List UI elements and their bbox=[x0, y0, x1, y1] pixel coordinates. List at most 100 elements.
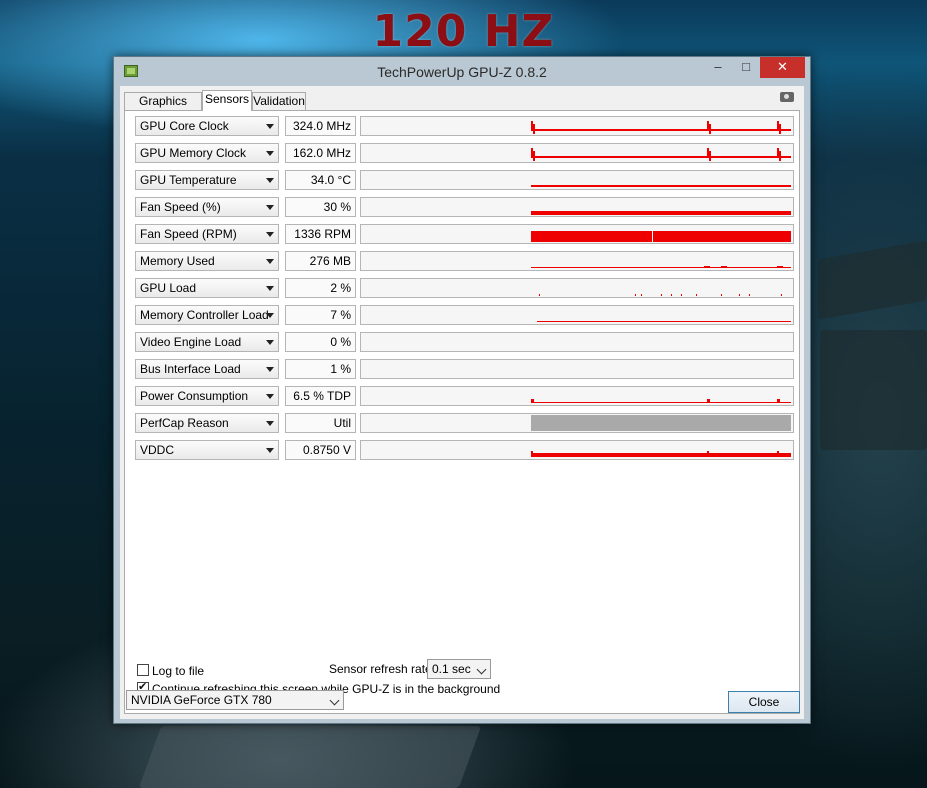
sensor-row: GPU Memory Clock 162.0 MHz bbox=[125, 143, 801, 163]
sensor-name: GPU Temperature bbox=[140, 173, 237, 187]
close-window-button[interactable]: ✕ bbox=[760, 57, 805, 78]
sensor-name-dropdown[interactable]: GPU Core Clock bbox=[135, 116, 279, 136]
dropdown-arrow-icon bbox=[266, 286, 274, 291]
sensor-name-dropdown[interactable]: Memory Used bbox=[135, 251, 279, 271]
sensor-graph bbox=[360, 440, 794, 460]
camera-icon[interactable] bbox=[780, 92, 794, 102]
gpu-select[interactable]: NVIDIA GeForce GTX 780 bbox=[126, 690, 344, 710]
maximize-button[interactable]: □ bbox=[732, 57, 760, 78]
sensor-name-dropdown[interactable]: GPU Temperature bbox=[135, 170, 279, 190]
sensor-row: Memory Controller Load 7 % bbox=[125, 305, 801, 325]
sensor-name: Fan Speed (%) bbox=[140, 200, 221, 214]
dropdown-arrow-icon bbox=[266, 340, 274, 345]
sensor-row: PerfCap Reason Util bbox=[125, 413, 801, 433]
sensor-value: 276 MB bbox=[285, 251, 356, 271]
title-bar[interactable]: TechPowerUp GPU-Z 0.8.2 – □ ✕ bbox=[114, 57, 810, 86]
chevron-down-icon bbox=[476, 664, 487, 675]
dropdown-arrow-icon bbox=[266, 205, 274, 210]
sensor-graph bbox=[360, 116, 794, 136]
sensor-value: 1 % bbox=[285, 359, 356, 379]
sensor-name: PerfCap Reason bbox=[140, 416, 229, 430]
sensor-value: 1336 RPM bbox=[285, 224, 356, 244]
sensor-row: Video Engine Load 0 % bbox=[125, 332, 801, 352]
sensor-graph bbox=[360, 386, 794, 406]
dropdown-arrow-icon bbox=[266, 394, 274, 399]
sensor-name-dropdown[interactable]: Power Consumption bbox=[135, 386, 279, 406]
dropdown-arrow-icon bbox=[266, 448, 274, 453]
chevron-down-icon bbox=[329, 695, 340, 706]
sensor-value: 34.0 °C bbox=[285, 170, 356, 190]
sensor-row: Fan Speed (RPM) 1336 RPM bbox=[125, 224, 801, 244]
sensor-graph bbox=[360, 332, 794, 352]
sensor-value: 162.0 MHz bbox=[285, 143, 356, 163]
client-area: Graphics Card Sensors Validation GPU Cor… bbox=[120, 86, 804, 719]
tab-sensors[interactable]: Sensors bbox=[202, 90, 252, 111]
sensor-name: Video Engine Load bbox=[140, 335, 242, 349]
sensor-name: GPU Load bbox=[140, 281, 197, 295]
dropdown-arrow-icon bbox=[266, 367, 274, 372]
gpu-select-value: NVIDIA GeForce GTX 780 bbox=[131, 693, 272, 707]
gpuz-window: TechPowerUp GPU-Z 0.8.2 – □ ✕ Graphics C… bbox=[113, 56, 811, 724]
sensor-name: GPU Core Clock bbox=[140, 119, 229, 133]
sensor-row: GPU Temperature 34.0 °C bbox=[125, 170, 801, 190]
dropdown-arrow-icon bbox=[266, 232, 274, 237]
sensor-row: Bus Interface Load 1 % bbox=[125, 359, 801, 379]
minimize-button[interactable]: – bbox=[704, 57, 732, 78]
banner-title: 120 HZ bbox=[372, 6, 555, 57]
sensor-name: VDDC bbox=[140, 443, 175, 457]
dropdown-arrow-icon bbox=[266, 178, 274, 183]
sensor-name-dropdown[interactable]: PerfCap Reason bbox=[135, 413, 279, 433]
refresh-rate-select[interactable]: 0.1 sec bbox=[427, 659, 491, 679]
log-to-file-checkbox[interactable] bbox=[137, 664, 149, 676]
tab-graphics-card[interactable]: Graphics Card bbox=[124, 92, 202, 125]
sensor-name-dropdown[interactable]: Fan Speed (RPM) bbox=[135, 224, 279, 244]
sensor-value: 2 % bbox=[285, 278, 356, 298]
sensor-row: Power Consumption 6.5 % TDP bbox=[125, 386, 801, 406]
refresh-rate-value: 0.1 sec bbox=[432, 662, 471, 676]
wallpaper-shape bbox=[818, 240, 927, 320]
sensor-value: 30 % bbox=[285, 197, 356, 217]
tab-validation[interactable]: Validation bbox=[252, 92, 306, 110]
sensor-name: Fan Speed (RPM) bbox=[140, 227, 237, 241]
refresh-rate-label: Sensor refresh rate: bbox=[329, 662, 436, 676]
sensor-value: Util bbox=[285, 413, 356, 433]
sensor-value: 0.8750 V bbox=[285, 440, 356, 460]
sensor-graph bbox=[360, 278, 794, 298]
sensor-row: Memory Used 276 MB bbox=[125, 251, 801, 271]
sensor-name-dropdown[interactable]: VDDC bbox=[135, 440, 279, 460]
sensor-name-dropdown[interactable]: Fan Speed (%) bbox=[135, 197, 279, 217]
dropdown-arrow-icon bbox=[266, 313, 274, 318]
sensor-graph bbox=[360, 143, 794, 163]
sensor-row: VDDC 0.8750 V bbox=[125, 440, 801, 460]
sensor-row: GPU Load 2 % bbox=[125, 278, 801, 298]
wallpaper-shape bbox=[138, 726, 482, 788]
sensor-graph bbox=[360, 197, 794, 217]
sensor-graph bbox=[360, 413, 794, 433]
sensor-name-dropdown[interactable]: GPU Load bbox=[135, 278, 279, 298]
sensor-name: Memory Used bbox=[140, 254, 215, 268]
sensor-graph bbox=[360, 305, 794, 325]
dropdown-arrow-icon bbox=[266, 421, 274, 426]
dropdown-arrow-icon bbox=[266, 124, 274, 129]
sensor-graph bbox=[360, 224, 794, 244]
sensor-name-dropdown[interactable]: Bus Interface Load bbox=[135, 359, 279, 379]
close-button[interactable]: Close bbox=[728, 691, 800, 713]
sensor-name: GPU Memory Clock bbox=[140, 146, 247, 160]
sensor-value: 0 % bbox=[285, 332, 356, 352]
sensor-graph bbox=[360, 359, 794, 379]
sensor-value: 6.5 % TDP bbox=[285, 386, 356, 406]
sensor-value: 7 % bbox=[285, 305, 356, 325]
sensor-value: 324.0 MHz bbox=[285, 116, 356, 136]
sensor-name-dropdown[interactable]: GPU Memory Clock bbox=[135, 143, 279, 163]
log-to-file-label: Log to file bbox=[152, 664, 205, 678]
sensor-name-dropdown[interactable]: Video Engine Load bbox=[135, 332, 279, 352]
dropdown-arrow-icon bbox=[266, 259, 274, 264]
sensor-graph bbox=[360, 170, 794, 190]
sensor-name: Bus Interface Load bbox=[140, 362, 241, 376]
sensor-row: Fan Speed (%) 30 % bbox=[125, 197, 801, 217]
sensors-panel: GPU Core Clock 324.0 MHz GPU Memory Clock 1… bbox=[124, 110, 800, 714]
wallpaper-shape bbox=[820, 330, 927, 450]
dropdown-arrow-icon bbox=[266, 151, 274, 156]
sensor-name-dropdown[interactable]: Memory Controller Load bbox=[135, 305, 279, 325]
sensor-row: GPU Core Clock 324.0 MHz bbox=[125, 116, 801, 136]
